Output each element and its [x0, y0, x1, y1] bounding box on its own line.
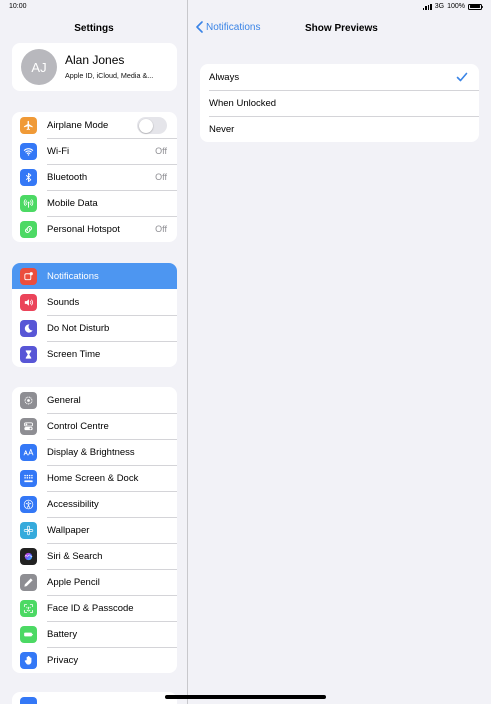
sidebar-item-label: Accessibility: [47, 498, 99, 510]
sidebar-item-siri-search[interactable]: Siri & Search: [12, 543, 177, 569]
avatar: AJ: [21, 49, 57, 85]
gear-icon: [20, 392, 37, 409]
hourglass-icon: [20, 346, 37, 363]
option-label: When Unlocked: [209, 97, 277, 109]
sidebar-item-control-centre[interactable]: Control Centre: [12, 413, 177, 439]
detail-pane: Notifications Show Previews Always When …: [188, 0, 491, 704]
sidebar-item-sounds[interactable]: Sounds: [12, 289, 177, 315]
sidebar-item-label: Mobile Data: [47, 197, 98, 209]
network-type: 3G: [434, 3, 445, 10]
sidebar-item-label: Control Centre: [47, 420, 109, 432]
antenna-icon: [20, 195, 37, 212]
sidebar-item-label: Notifications: [47, 270, 99, 282]
sidebar-item-label: Display & Brightness: [47, 446, 135, 458]
sidebar-item-label: Screen Time: [47, 348, 101, 360]
sidebar-item-label: Home Screen & Dock: [47, 472, 139, 484]
connectivity-group: Airplane Mode Wi-Fi Off Bluetooth Off Mo…: [12, 112, 177, 242]
face-id-icon: [20, 600, 37, 617]
switches-icon: [20, 418, 37, 435]
sidebar-item-do-not-disturb[interactable]: Do Not Disturb: [12, 315, 177, 341]
moon-icon: [20, 320, 37, 337]
airplane-mode-toggle[interactable]: [137, 117, 167, 134]
sidebar-item-label: Privacy: [47, 654, 79, 666]
option-when-unlocked[interactable]: When Unlocked: [200, 90, 479, 116]
profile-subtitle: Apple ID, iCloud, Media &...: [65, 71, 154, 80]
sidebar-item-label: Apple Pencil: [47, 576, 100, 588]
show-previews-options: Always When Unlocked Never: [200, 64, 479, 142]
siri-icon: [20, 548, 37, 565]
hotspot-status: Off: [155, 224, 167, 234]
screen: Settings AJ Alan Jones Apple ID, iCloud,…: [0, 0, 491, 704]
notifications-icon: [20, 268, 37, 285]
back-button[interactable]: Notifications: [196, 21, 260, 33]
sidebar-item-privacy[interactable]: Privacy: [12, 647, 177, 673]
sidebar-item-face-id-passcode[interactable]: Face ID & Passcode: [12, 595, 177, 621]
sidebar-item-apple-pencil[interactable]: Apple Pencil: [12, 569, 177, 595]
text-size-icon: [20, 444, 37, 461]
wifi-icon: [20, 143, 37, 160]
speaker-icon: [20, 294, 37, 311]
sidebar-item-label: Sounds: [47, 296, 80, 308]
flower-icon: [20, 522, 37, 539]
option-label: Never: [209, 123, 235, 135]
sidebar-item-mobile-data[interactable]: Mobile Data: [12, 190, 177, 216]
settings-sidebar: Settings AJ Alan Jones Apple ID, iCloud,…: [0, 0, 188, 704]
sidebar-title: Settings: [74, 23, 114, 34]
sidebar-item-bluetooth[interactable]: Bluetooth Off: [12, 164, 177, 190]
sidebar-item-home-screen-dock[interactable]: Home Screen & Dock: [12, 465, 177, 491]
sidebar-item-label: Wallpaper: [47, 524, 90, 536]
wifi-status: Off: [155, 146, 167, 156]
battery-status-icon: [468, 3, 483, 10]
sidebar-item-label: Battery: [47, 628, 78, 640]
pencil-icon: [20, 574, 37, 591]
notifications-group: Notifications Sounds Do Not Disturb Scre…: [12, 263, 177, 367]
sidebar-item-display-brightness[interactable]: Display & Brightness: [12, 439, 177, 465]
battery-icon: [20, 626, 37, 643]
hotspot-icon: [20, 221, 37, 238]
apple-id-profile[interactable]: AJ Alan Jones Apple ID, iCloud, Media &.…: [12, 43, 177, 91]
back-button-label: Notifications: [206, 21, 261, 33]
profile-name: Alan Jones: [65, 53, 125, 67]
bluetooth-icon: [20, 169, 37, 186]
sidebar-item-label: Bluetooth: [47, 171, 88, 183]
hand-icon: [20, 652, 37, 669]
sidebar-item-personal-hotspot[interactable]: Personal Hotspot Off: [12, 216, 177, 242]
sidebar-item-label: General: [47, 394, 81, 406]
bluetooth-status: Off: [155, 172, 167, 182]
option-never[interactable]: Never: [200, 116, 479, 142]
sidebar-item-wallpaper[interactable]: Wallpaper: [12, 517, 177, 543]
sidebar-item-label: Personal Hotspot: [47, 223, 120, 235]
sidebar-item-general[interactable]: General: [12, 387, 177, 413]
sidebar-item-notifications[interactable]: Notifications: [12, 263, 177, 289]
page-title: Show Previews: [305, 23, 378, 34]
accessibility-icon: [20, 496, 37, 513]
sidebar-item-label: Wi-Fi: [47, 145, 70, 157]
battery-percentage: 100%: [447, 3, 465, 10]
chevron-left-icon: [196, 21, 203, 33]
sidebar-item-battery[interactable]: Battery: [12, 621, 177, 647]
signal-icon: [422, 3, 432, 10]
sidebar-item-label: Airplane Mode: [47, 119, 109, 131]
status-time: 10:00: [9, 3, 27, 10]
sidebar-item-screen-time[interactable]: Screen Time: [12, 341, 177, 367]
sidebar-item-label: Siri & Search: [47, 550, 103, 562]
grid-icon: [20, 470, 37, 487]
airplane-icon: [20, 117, 37, 134]
sidebar-item-wifi[interactable]: Wi-Fi Off: [12, 138, 177, 164]
status-indicators: 3G 100%: [422, 3, 483, 10]
status-bar: 10:00 3G 100%: [0, 0, 491, 14]
sidebar-item-label: Do Not Disturb: [47, 322, 110, 334]
sidebar-item-label: Face ID & Passcode: [47, 602, 134, 614]
sidebar-item-airplane-mode[interactable]: Airplane Mode: [12, 112, 177, 138]
general-group: General Control Centre Display & Brightn…: [12, 387, 177, 673]
sidebar-item-accessibility[interactable]: Accessibility: [12, 491, 177, 517]
app-store-icon: [20, 697, 37, 704]
option-always[interactable]: Always: [200, 64, 479, 90]
next-group-partial: [12, 692, 177, 704]
home-indicator[interactable]: [165, 695, 326, 699]
option-label: Always: [209, 71, 240, 83]
checkmark-icon: [456, 72, 468, 82]
